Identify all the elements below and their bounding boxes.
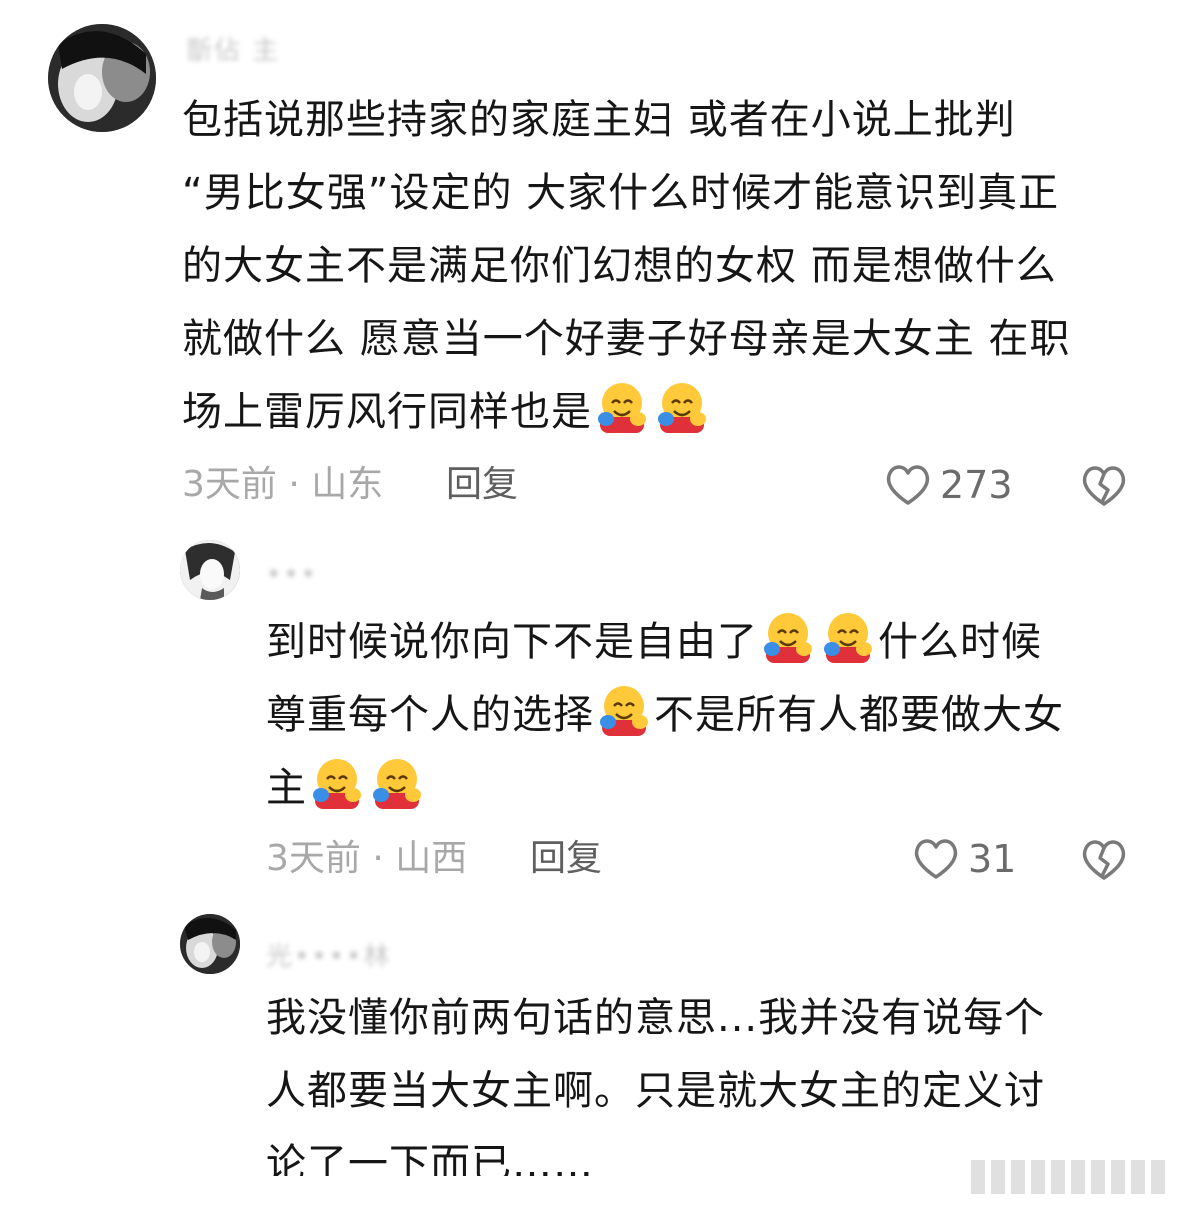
comment-line: 人都要当大女主啊。只是就大女主的定义讨 — [266, 1068, 1045, 1114]
username[interactable]: 光••••林 — [266, 936, 391, 973]
broken-heart-icon[interactable] — [1080, 836, 1128, 884]
avatar[interactable] — [180, 540, 240, 600]
comment-line: 我没懂你前两句话的意思...我并没有说每个 — [266, 995, 1046, 1041]
comment-line: 场上雷厉风行同样也是 — [182, 376, 1142, 449]
broken-heart-icon[interactable] — [1080, 462, 1128, 510]
comment-line-text: 尊重每个人的选择 — [266, 692, 594, 738]
like-button[interactable]: 273 — [884, 460, 1013, 510]
username[interactable]: ••• — [266, 560, 318, 590]
watermark-bar — [1151, 1160, 1165, 1194]
comment-line: 到时候说你向下不是自由了 什么时候 — [266, 606, 1146, 679]
like-count: 31 — [968, 837, 1017, 881]
comment-line-text: 不是所有人都要做大女 — [654, 692, 1064, 738]
watermark-bars — [971, 1160, 1165, 1194]
comment-text: 到时候说你向下不是自由了 什么时候 尊重每个人的选择 不是所有人都要做大女 主 — [266, 606, 1146, 825]
comment-line: 包括说那些持家的家庭主妇 或者在小说上批判 — [182, 97, 1016, 143]
watermark-bar — [991, 1160, 1005, 1194]
hugging-face-emoji-icon — [313, 759, 361, 809]
reply-button[interactable]: 回复 — [446, 460, 518, 510]
watermark-bar — [1131, 1160, 1145, 1194]
watermark-bar — [1031, 1160, 1045, 1194]
comment-line-text: 什么时候 — [878, 619, 1042, 665]
avatar[interactable] — [48, 24, 156, 132]
hugging-face-emoji-icon — [598, 383, 646, 433]
hugging-face-emoji-icon — [373, 759, 421, 809]
comment-line: 尊重每个人的选择 不是所有人都要做大女 — [266, 679, 1146, 752]
like-button[interactable]: 31 — [912, 834, 1016, 884]
watermark-bar — [1071, 1160, 1085, 1194]
comment-2: ••• 到时候说你向下不是自由了 什么时候 尊重每个人的选择 不是所有人都要做大女 … — [0, 520, 1179, 900]
hugging-face-emoji-icon — [824, 613, 872, 663]
username[interactable]: 斮佔 主 — [186, 30, 280, 67]
comment-line: 就做什么 愿意当一个好妻子好母亲是大女主 在职 — [182, 316, 1071, 362]
comment-line-text: 主 — [266, 765, 307, 811]
like-count: 273 — [940, 463, 1013, 507]
comment-time-location: 3天前 · 山西 — [266, 838, 468, 879]
comment-line: 的大女主不是满足你们幻想的女权 而是想做什么 — [182, 243, 1057, 289]
watermark-bar — [1091, 1160, 1105, 1194]
heart-outline-icon — [914, 839, 958, 879]
watermark-bar — [1051, 1160, 1065, 1194]
watermark-bar — [1011, 1160, 1025, 1194]
watermark-bar — [1111, 1160, 1125, 1194]
comment-line-text: 场上雷厉风行同样也是 — [182, 389, 592, 435]
comment-time-location: 3天前 · 山东 — [182, 464, 384, 505]
comment-line-text: 到时候说你向下不是自由了 — [266, 619, 758, 665]
watermark-bar — [971, 1160, 985, 1194]
reply-button[interactable]: 回复 — [530, 834, 602, 884]
heart-outline-icon — [886, 465, 930, 505]
hugging-face-emoji-icon — [600, 686, 648, 736]
avatar[interactable] — [180, 914, 240, 974]
hugging-face-emoji-icon — [764, 613, 812, 663]
comment-text: 包括说那些持家的家庭主妇 或者在小说上批判 “男比女强”设定的 大家什么时候才能… — [182, 84, 1142, 449]
comment-line: “男比女强”设定的 大家什么时候才能意识到真正 — [182, 170, 1060, 216]
comment-1: 斮佔 主 包括说那些持家的家庭主妇 或者在小说上批判 “男比女强”设定的 大家什… — [0, 0, 1179, 520]
comment-line: 主 — [266, 752, 1146, 825]
hugging-face-emoji-icon — [658, 383, 706, 433]
